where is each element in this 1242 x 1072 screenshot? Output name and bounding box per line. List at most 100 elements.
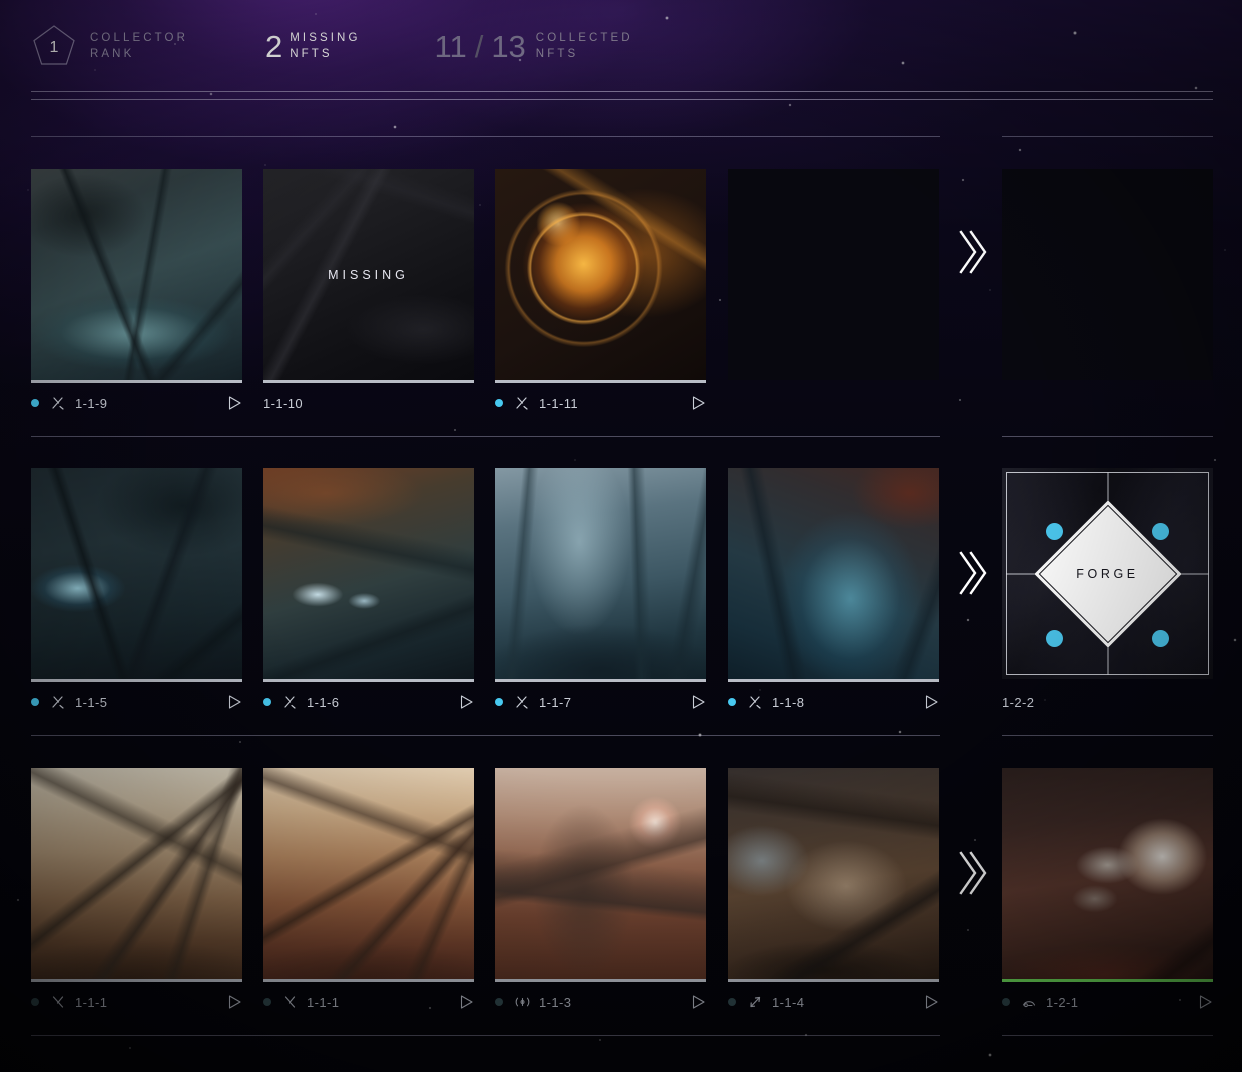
collected-nfts-label-line1: COLLECTED	[535, 32, 633, 44]
nft-id: 1-1-8	[772, 694, 805, 710]
nft-underbar	[495, 679, 706, 682]
nft-id: 1-1-1	[307, 994, 340, 1010]
nft-thumbnail[interactable]	[263, 768, 474, 979]
empty-slot[interactable]	[1002, 169, 1213, 380]
missing-nfts-label-line1: MISSING	[290, 32, 361, 44]
nft-artwork	[728, 468, 939, 679]
empty-slot[interactable]	[728, 169, 939, 380]
nft-card[interactable]: 1-1-3	[495, 768, 706, 1014]
nft-underbar	[495, 979, 706, 982]
nft-thumbnail[interactable]	[31, 468, 242, 679]
nft-thumbnail[interactable]	[31, 169, 242, 380]
nft-id: 1-1-1	[75, 994, 108, 1010]
nft-thumbnail[interactable]	[1002, 768, 1213, 979]
nft-thumbnail[interactable]: MISSING	[263, 169, 474, 380]
forge-node-top-left[interactable]	[1046, 523, 1063, 540]
nft-card[interactable]: 1-1-7	[495, 468, 706, 714]
play-button[interactable]	[692, 395, 706, 411]
nft-thumbnail[interactable]	[263, 468, 474, 679]
nft-card[interactable]: 1-1-1	[31, 768, 242, 1014]
forge-node-top-right[interactable]	[1152, 523, 1169, 540]
nft-card[interactable]: 1-1-5	[31, 468, 242, 714]
nft-thumbnail[interactable]	[495, 768, 706, 979]
nft-underbar	[31, 380, 242, 383]
forge-node-bottom-left[interactable]	[1046, 630, 1063, 647]
status-dot	[31, 698, 39, 706]
nft-card[interactable]: 1-1-6	[263, 468, 474, 714]
nft-card[interactable]: 1-1-9	[31, 169, 242, 415]
glyph-arrow-crossed-icon	[513, 694, 531, 710]
status-dot	[263, 698, 271, 706]
nft-caption: 1-1-8	[728, 690, 939, 714]
glyph-scissors-icon	[281, 994, 299, 1010]
forge-underbar	[1002, 679, 1213, 682]
header-rule-1	[31, 91, 1213, 92]
nft-card[interactable]: 1-1-8	[728, 468, 939, 714]
collector-rank-label: COLLECTOR RANK	[90, 30, 188, 62]
missing-nfts-label-line2: NFTS	[290, 48, 333, 60]
forge-caption: 1-2-2	[1002, 690, 1213, 714]
play-button[interactable]	[692, 994, 706, 1010]
nft-caption: 1-1-1	[31, 990, 242, 1014]
status-dot	[1002, 998, 1010, 1006]
collector-rank-label-line1: COLLECTOR	[90, 32, 188, 44]
nft-progress-bar	[1002, 979, 1213, 982]
nft-underbar	[495, 380, 706, 383]
play-button[interactable]	[228, 395, 242, 411]
forge-panel[interactable]: FORGE	[1002, 468, 1213, 679]
chevron-right-icon	[953, 224, 987, 280]
nft-thumbnail[interactable]	[728, 768, 939, 979]
collected-nfts-label-line2: NFTS	[535, 48, 579, 60]
play-button[interactable]	[925, 994, 939, 1010]
glyph-bolt-icon	[746, 994, 764, 1010]
collected-total-value: 13	[491, 28, 526, 64]
nft-card[interactable]: 1-1-1	[263, 768, 474, 1014]
nft-artwork	[263, 768, 474, 979]
nft-id: 1-1-11	[539, 395, 579, 411]
nft-thumbnail[interactable]	[31, 768, 242, 979]
nft-artwork	[31, 468, 242, 679]
missing-nfts-stat: 2 MISSING NFTS	[265, 30, 361, 62]
play-button[interactable]	[460, 994, 474, 1010]
play-button[interactable]	[460, 694, 474, 710]
forge-node-bottom-right[interactable]	[1152, 630, 1169, 647]
play-button[interactable]	[925, 694, 939, 710]
play-button[interactable]	[1199, 994, 1213, 1010]
glyph-arrow-crossed-icon	[513, 395, 531, 411]
nft-underbar	[263, 979, 474, 982]
forge-slot-empty[interactable]	[1002, 169, 1213, 380]
play-button[interactable]	[228, 994, 242, 1010]
nft-thumbnail[interactable]	[495, 169, 706, 380]
nft-thumbnail[interactable]	[728, 468, 939, 679]
row-2-rule-left	[31, 436, 940, 437]
status-dot	[31, 998, 39, 1006]
glyph-arrow-crossed-icon	[49, 395, 67, 411]
nft-id: 1-1-10	[263, 395, 303, 411]
nft-id: 1-1-4	[772, 994, 805, 1010]
rank-value: 1	[49, 39, 59, 56]
nft-card-forged[interactable]: 1-2-1	[1002, 768, 1213, 1014]
collector-rank-stat: 1 COLLECTOR RANK	[31, 23, 188, 69]
glyph-rover-icon	[1020, 994, 1038, 1010]
nft-thumbnail[interactable]	[495, 468, 706, 679]
nft-card[interactable]: 1-1-4	[728, 768, 939, 1014]
nft-artwork	[31, 169, 242, 380]
nft-artwork	[1002, 768, 1213, 979]
nft-card[interactable]: 1-1-11	[495, 169, 706, 415]
nft-caption: 1-2-1	[1002, 990, 1213, 1014]
forge-id: 1-2-2	[1002, 694, 1035, 710]
forge-label: FORGE	[1076, 566, 1139, 581]
nft-id: 1-1-9	[75, 395, 108, 411]
nft-caption: 1-1-5	[31, 690, 242, 714]
play-button[interactable]	[692, 694, 706, 710]
row-2-rule-right	[1002, 436, 1213, 437]
play-button[interactable]	[228, 694, 242, 710]
nft-card-empty[interactable]	[728, 169, 939, 380]
glyph-antenna-icon	[513, 994, 531, 1010]
nft-caption: 1-1-1	[263, 990, 474, 1014]
nft-caption: 1-1-10	[263, 391, 474, 415]
forge-card[interactable]: FORGE 1-2-2	[1002, 468, 1213, 714]
nft-card-missing[interactable]: MISSING 1-1-10	[263, 169, 474, 415]
nft-artwork	[495, 468, 706, 679]
nft-caption: 1-1-4	[728, 990, 939, 1014]
